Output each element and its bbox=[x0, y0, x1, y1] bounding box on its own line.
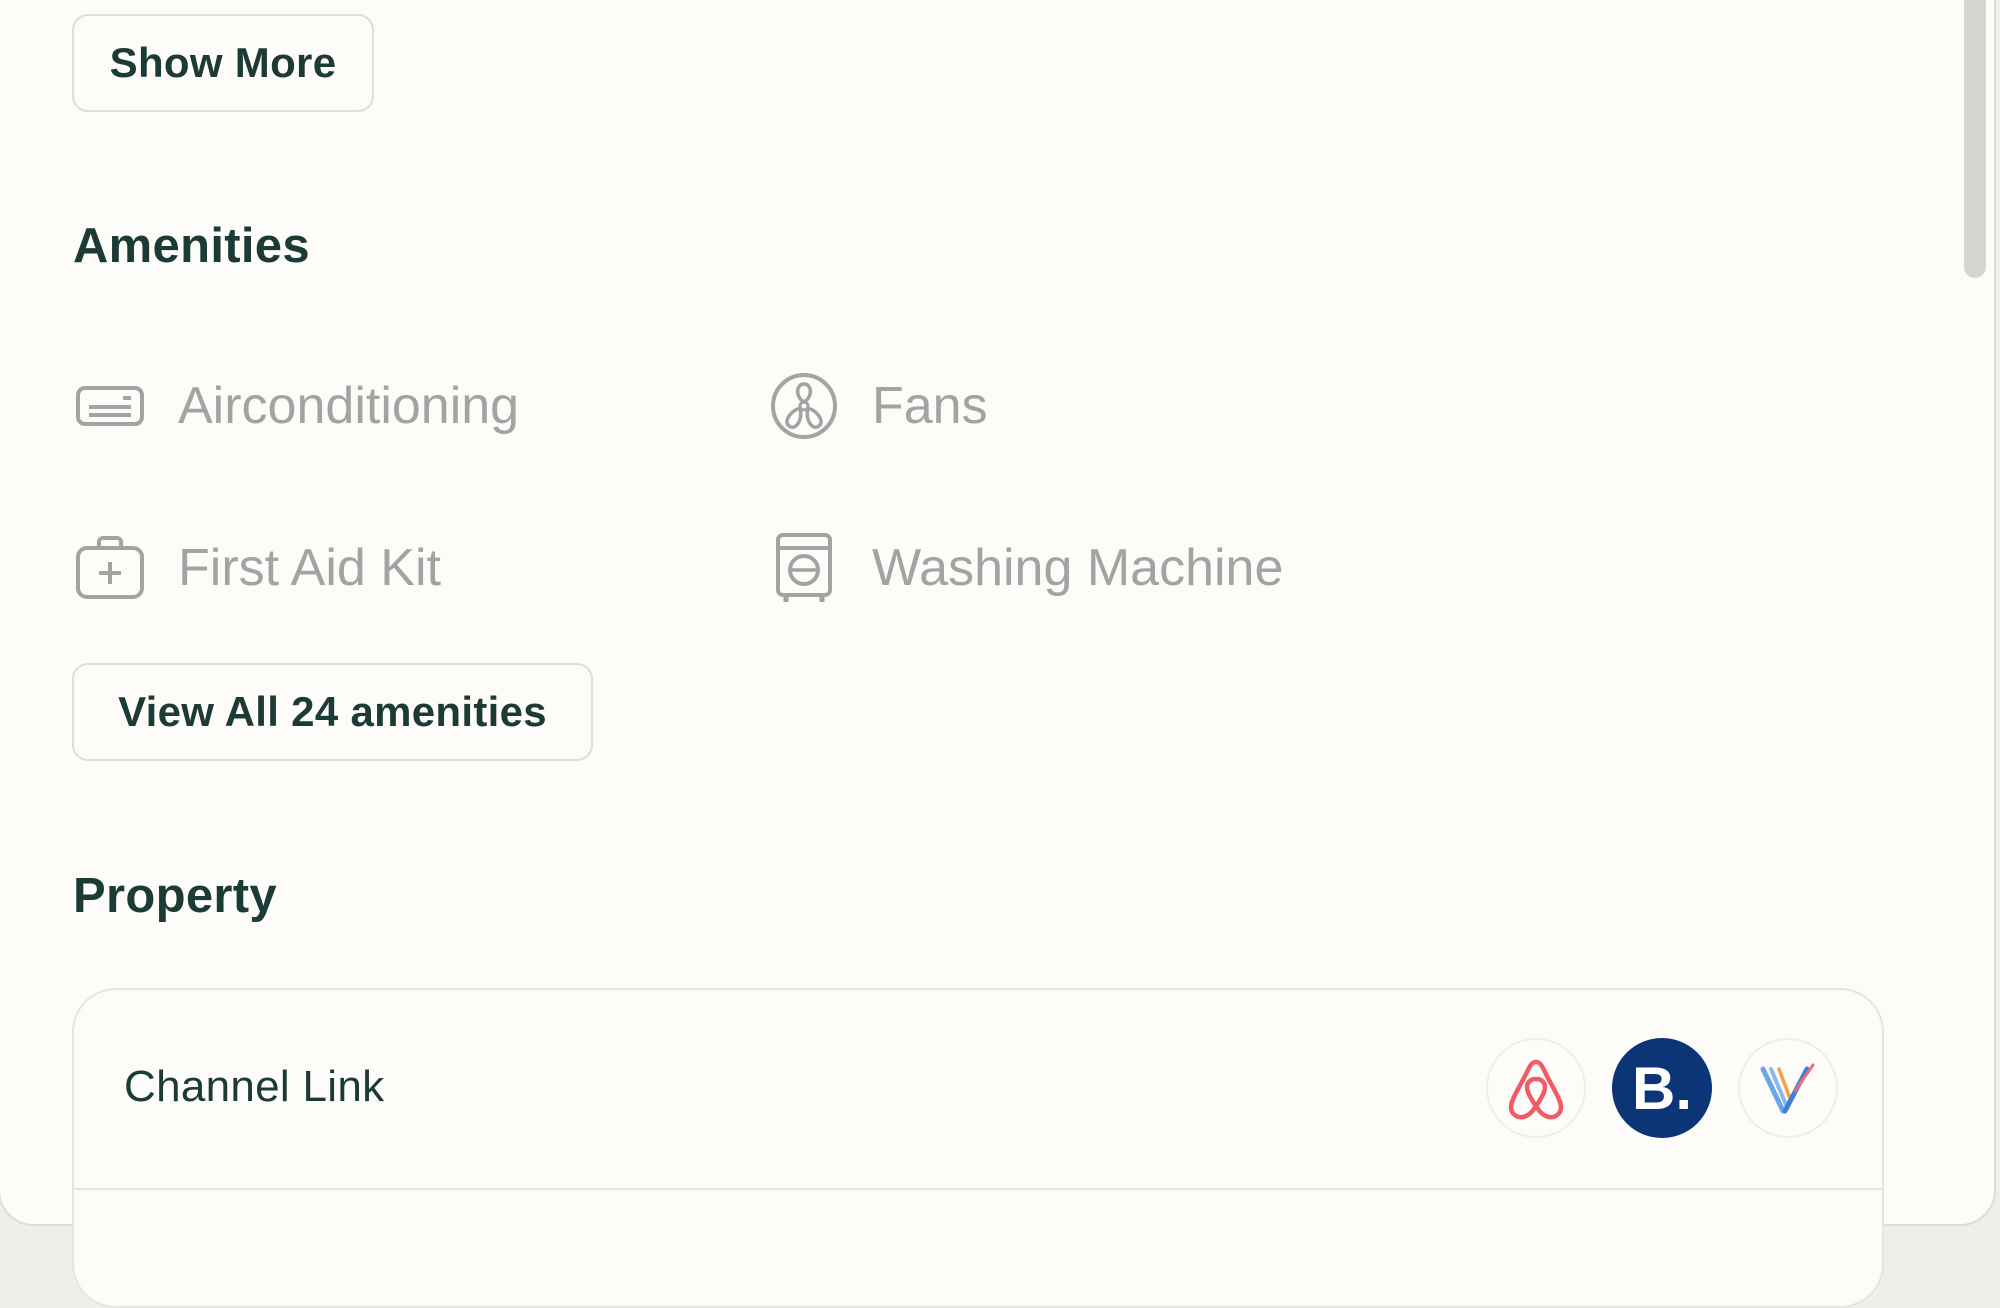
view-all-amenities-button[interactable]: View All 24 amenities bbox=[72, 663, 593, 761]
amenity-label: Fans bbox=[872, 377, 988, 435]
scrollbar[interactable] bbox=[1964, 0, 1986, 278]
airbnb-icon[interactable] bbox=[1486, 1038, 1586, 1138]
amenity-item: First Aid Kit bbox=[72, 530, 441, 606]
show-more-button[interactable]: Show More bbox=[72, 14, 374, 112]
vrbo-icon[interactable] bbox=[1738, 1038, 1838, 1138]
channel-logos: B. bbox=[1486, 1038, 1838, 1138]
amenity-item: Airconditioning bbox=[72, 368, 519, 444]
card-divider bbox=[74, 1188, 1882, 1190]
fan-icon bbox=[766, 368, 842, 444]
channel-link-label: Channel Link bbox=[124, 1062, 385, 1111]
air-conditioner-icon bbox=[72, 368, 148, 444]
booking-icon[interactable]: B. bbox=[1612, 1038, 1712, 1138]
amenity-item: Washing Machine bbox=[766, 530, 1283, 606]
amenity-label: Airconditioning bbox=[178, 377, 520, 435]
property-heading: Property bbox=[73, 869, 277, 923]
amenity-item: Fans bbox=[766, 368, 988, 444]
amenity-label: Washing Machine bbox=[872, 539, 1284, 597]
amenity-label: First Aid Kit bbox=[178, 539, 441, 597]
amenities-heading: Amenities bbox=[73, 219, 310, 273]
booking-logo-text: B. bbox=[1632, 1054, 1692, 1122]
channel-link-card: Channel Link B. bbox=[72, 988, 1884, 1308]
washing-machine-icon bbox=[766, 530, 842, 606]
first-aid-kit-icon bbox=[72, 530, 148, 606]
